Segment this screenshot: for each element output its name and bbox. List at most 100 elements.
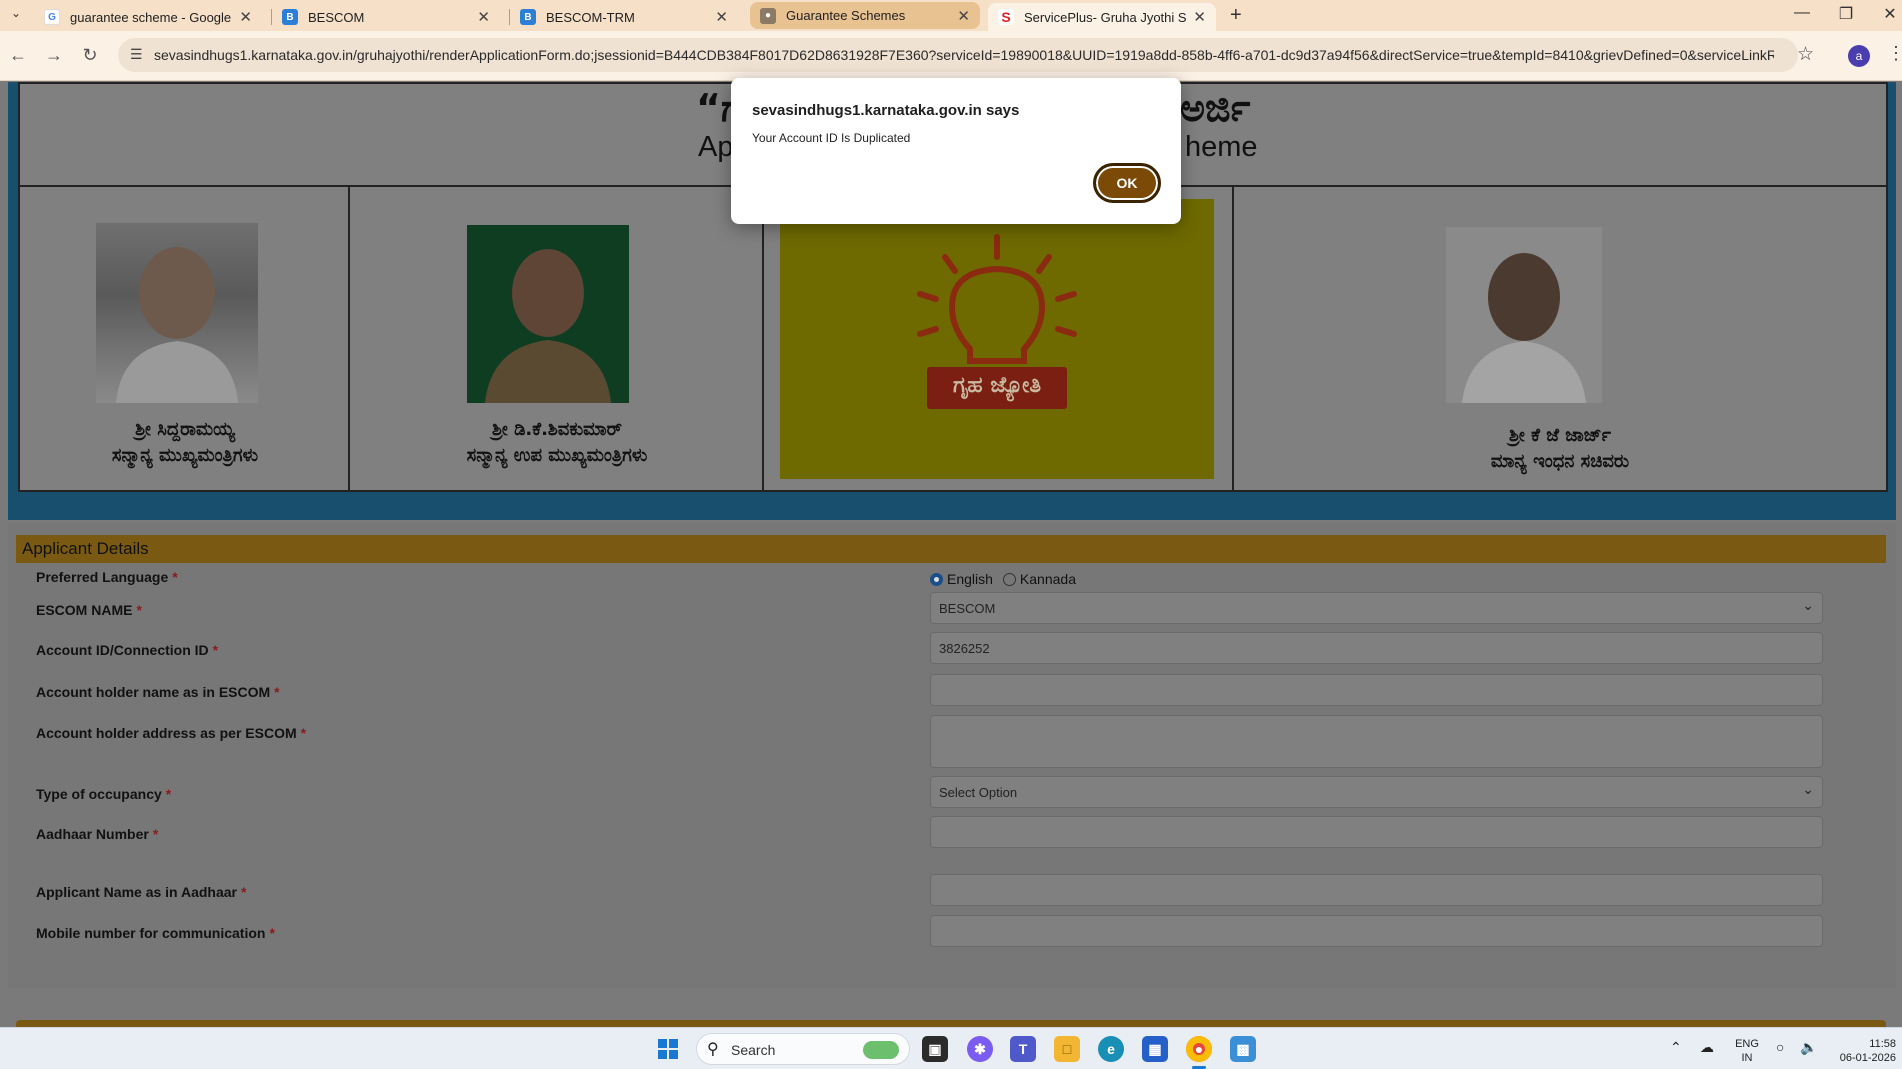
escom-name-label: ESCOM NAME *	[36, 602, 142, 618]
tab-label: BESCOM	[308, 9, 365, 25]
globe-icon[interactable]: ○	[1776, 1040, 1784, 1054]
copilot-icon[interactable]: ✱	[967, 1036, 993, 1062]
account-id-input[interactable]: 3826252	[930, 632, 1823, 664]
holder-address-textarea[interactable]	[930, 715, 1823, 768]
required-mark: *	[212, 642, 219, 658]
label-text: Applicant Name as in Aadhaar	[36, 884, 237, 900]
minimize-icon[interactable]: —	[1782, 4, 1822, 22]
person-cell-2: ಶ್ರೀ ಡಿ.ಕೆ.ಶಿವಕುಮಾರ್ ಸನ್ಮಾನ್ಯ ಉಪ ಮುಖ್ಯಮಂ…	[350, 187, 764, 492]
tab-label: BESCOM-TRM	[546, 9, 635, 25]
close-icon[interactable]: ✕	[715, 8, 728, 26]
logo-text: ಗೃಹ ಜ್ಯೋತಿ	[952, 373, 1042, 398]
close-window-icon[interactable]: ✕	[1870, 4, 1902, 24]
language-indicator[interactable]: ENG IN	[1732, 1037, 1762, 1065]
required-mark: *	[152, 826, 159, 842]
close-icon[interactable]: ✕	[1193, 8, 1206, 26]
forward-icon[interactable]: →	[42, 45, 66, 66]
holder-address-label: Account holder address as per ESCOM *	[36, 725, 306, 741]
show-hidden-icons[interactable]: ⌃	[1670, 1040, 1682, 1054]
radio-english[interactable]	[930, 572, 943, 586]
radio-kannada-label: Kannada	[1019, 571, 1076, 587]
date-text: 06-01-2026	[1839, 1052, 1896, 1064]
occupancy-select[interactable]: Select Option	[930, 776, 1823, 808]
label-text: Account ID/Connection ID	[36, 642, 209, 658]
bescom-icon: B	[520, 9, 536, 25]
site-info-icon[interactable]: ☰	[130, 46, 143, 63]
required-mark: *	[240, 884, 247, 900]
person-caption: ಶ್ರೀ ಡಿ.ಕೆ.ಶಿವಕುಮಾರ್ ಸನ್ಮಾನ್ಯ ಉಪ ಮುಖ್ಯಮಂ…	[350, 417, 764, 469]
profile-avatar[interactable]: a	[1848, 45, 1870, 67]
tab-label: Guarantee Schemes	[786, 8, 906, 23]
tab-bescom[interactable]: B BESCOM ✕	[272, 3, 500, 31]
taskbar-search[interactable]: ⚲ Search	[696, 1033, 910, 1065]
close-icon[interactable]: ✕	[477, 8, 490, 26]
close-icon[interactable]: ✕	[239, 8, 252, 26]
region-text: IN	[1741, 1052, 1753, 1064]
file-explorer-icon[interactable]: □	[1054, 1036, 1080, 1062]
search-highlight-icon	[863, 1041, 899, 1059]
holder-name-input[interactable]	[930, 674, 1823, 706]
url-text: sevasindhugs1.karnataka.gov.in/gruhajyot…	[154, 47, 1774, 63]
person-role: ಸನ್ಮಾನ್ಯ ಮುಖ್ಯಮಂತ್ರಿಗಳು	[111, 445, 259, 466]
bookmark-star-icon[interactable]: ☆	[1797, 43, 1814, 66]
network-icon[interactable]: ☁	[1700, 1040, 1714, 1054]
clock[interactable]: 11:58 06-01-2026	[1830, 1037, 1896, 1065]
back-icon[interactable]: ←	[6, 45, 30, 66]
gruha-jyothi-logo: ಗೃಹ ಜ್ಯೋತಿ	[780, 199, 1214, 479]
tab-serviceplus[interactable]: S ServicePlus- Gruha Jyothi Schen ✕	[988, 3, 1216, 31]
bulb-icon	[917, 234, 1077, 409]
escom-name-select[interactable]: BESCOM	[930, 592, 1823, 624]
aadhaar-input[interactable]	[930, 816, 1823, 848]
tab-search-button[interactable]: ⌄	[6, 6, 26, 26]
person-photo	[96, 223, 258, 403]
google-icon: G	[44, 9, 60, 25]
time-text: 11:58	[1869, 1038, 1896, 1050]
person-photo	[467, 225, 629, 403]
new-tab-button[interactable]: +	[1230, 4, 1242, 27]
label-text: Type of occupancy	[36, 786, 162, 802]
person-name: ಶ್ರೀ ಕೆ ಜೆ ಜಾರ್ಜ್	[1509, 425, 1611, 446]
required-mark: *	[269, 925, 275, 941]
required-mark: *	[165, 786, 172, 802]
tab-guarantee-schemes[interactable]: ● Guarantee Schemes ✕	[750, 2, 980, 29]
mobile-input[interactable]	[930, 915, 1823, 947]
windows-start-icon[interactable]	[658, 1039, 678, 1059]
account-id-label: Account ID/Connection ID *	[36, 642, 218, 658]
close-icon[interactable]: ✕	[957, 7, 970, 25]
radio-english-label: English	[947, 571, 993, 587]
section-header: Applicant Details	[16, 535, 1886, 563]
applicant-name-input[interactable]	[930, 874, 1823, 906]
required-mark: *	[274, 684, 280, 700]
person-cell-1: ಶ್ರೀ ಸಿದ್ದರಾಮಯ್ಯ ಸನ್ಮಾನ್ಯ ಮುಖ್ಯಮಂತ್ರಿಗಳು	[20, 187, 350, 492]
tab-label: guarantee scheme - Google Se	[70, 9, 234, 25]
teams-icon[interactable]: T	[1010, 1036, 1036, 1062]
volume-icon[interactable]: 🔈	[1800, 1040, 1817, 1054]
portrait-image	[1462, 253, 1586, 403]
next-section-header	[16, 1020, 1886, 1027]
reload-icon[interactable]: ↻	[78, 45, 102, 66]
store-icon[interactable]: ▦	[1142, 1036, 1168, 1062]
taskbar: ⚲ Search ▣ ✱ T □ e ▦ ● ▩ ⌃ ☁ ENG IN ○ 🔈 …	[0, 1027, 1902, 1069]
remote-desktop-icon[interactable]: ▩	[1230, 1036, 1256, 1062]
menu-icon[interactable]: ⋮	[1887, 43, 1902, 64]
ok-button[interactable]: OK	[1093, 163, 1161, 203]
person-cell-3: ಶ್ರೀ ಕೆ ಜೆ ಜಾರ್ಜ್ ಮಾನ್ಯ ಇಂಧನ ಸಚಿವರು	[1234, 187, 1886, 492]
task-view-icon[interactable]: ▣	[922, 1036, 948, 1062]
search-icon: ⚲	[707, 1041, 719, 1058]
radio-kannada[interactable]	[1002, 572, 1016, 586]
browser-toolbar: ← → ↻ ☰ sevasindhugs1.karnataka.gov.in/g…	[0, 31, 1902, 81]
person-role: ಸನ್ಮಾನ್ಯ ಉಪ ಮುಖ್ಯಮಂತ್ರಿಗಳು	[466, 445, 648, 466]
person-name: ಶ್ರೀ ಸಿದ್ದರಾಮಯ್ಯ	[135, 419, 235, 440]
address-bar[interactable]: ☰ sevasindhugs1.karnataka.gov.in/gruhajy…	[118, 38, 1798, 72]
tab-google[interactable]: G guarantee scheme - Google Se ✕	[34, 3, 262, 31]
restore-icon[interactable]: ❐	[1826, 4, 1866, 24]
chrome-icon[interactable]: ●	[1186, 1036, 1212, 1062]
label-text: ESCOM NAME	[36, 602, 133, 618]
edge-icon[interactable]: e	[1098, 1036, 1124, 1062]
mobile-label: Mobile number for communication *	[36, 925, 275, 941]
tab-bescom-trm[interactable]: B BESCOM-TRM ✕	[510, 3, 738, 31]
applicant-name-label: Applicant Name as in Aadhaar *	[36, 884, 246, 900]
banner-title-kannada-right: ಅರ್ಜಿ	[1180, 86, 1251, 130]
language-radio-group: English Kannada	[930, 571, 1076, 587]
globe-icon: ●	[760, 7, 776, 24]
